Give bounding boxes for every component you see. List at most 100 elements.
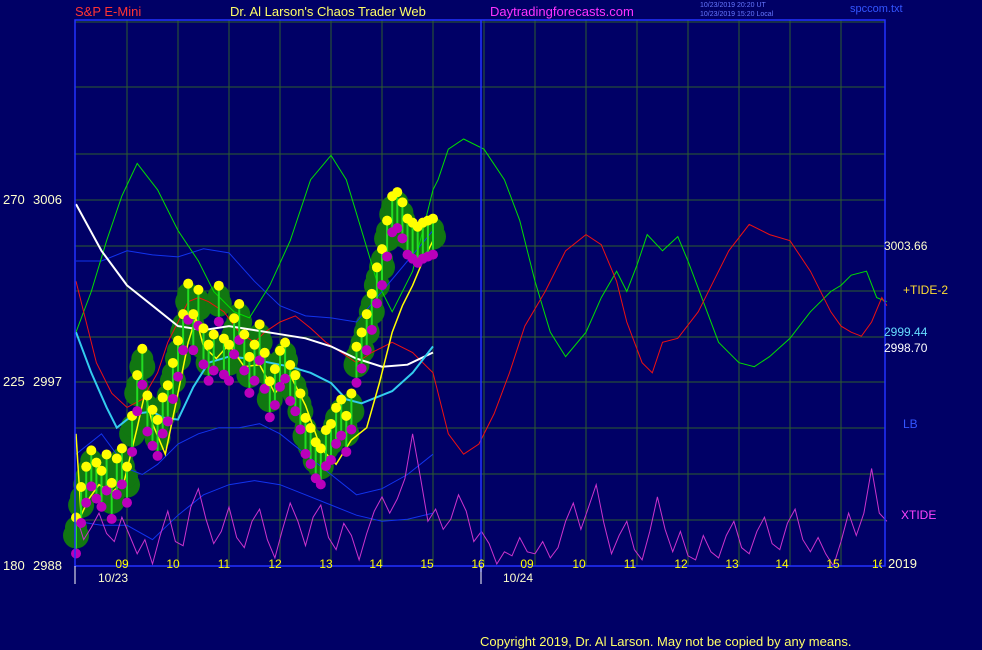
high-dot	[213, 280, 224, 291]
y-label-top-left: 270	[3, 192, 25, 207]
y-label-mid-left: 225	[3, 374, 25, 389]
low-dot	[157, 428, 168, 439]
y-label-bottom-left: 180	[3, 558, 25, 573]
chart-canvas	[63, 19, 888, 584]
low-dot	[341, 446, 352, 457]
high-dot	[203, 339, 214, 350]
high-dot	[157, 392, 168, 403]
site-url[interactable]: Daytradingforecasts.com	[490, 4, 634, 19]
x-tick-label: 11	[623, 557, 637, 571]
low-dot	[392, 223, 403, 234]
x-tick-label: 15	[826, 557, 840, 571]
low-dot	[305, 459, 316, 470]
high-dot	[285, 360, 296, 370]
high-dot	[142, 390, 153, 401]
high-dot	[259, 347, 270, 358]
high-dot	[264, 376, 275, 387]
low-dot	[285, 396, 296, 406]
high-dot	[295, 388, 306, 399]
high-dot	[366, 288, 377, 299]
timestamp-ut: 10/23/2019 20:20 UT	[700, 2, 766, 9]
high-dot	[81, 461, 92, 472]
x-tick-label: 16	[471, 557, 485, 571]
y-label-top-price: 3006	[33, 192, 62, 207]
low-dot	[106, 513, 117, 524]
low-dot	[239, 365, 250, 376]
high-dot	[280, 337, 291, 348]
low-dot	[356, 363, 367, 374]
high-dot	[96, 465, 107, 476]
high-dot	[249, 339, 260, 350]
low-dot	[142, 426, 153, 437]
low-dot	[178, 345, 189, 356]
high-dot	[269, 364, 280, 375]
low-dot	[198, 359, 209, 370]
high-dot	[382, 215, 393, 226]
low-dot	[336, 430, 347, 441]
chart-title: S&P E-Mini	[75, 4, 142, 19]
low-dot	[300, 448, 311, 459]
low-dot	[213, 316, 224, 327]
low-dot	[76, 518, 87, 528]
high-dot	[326, 418, 336, 429]
low-dot	[152, 450, 163, 461]
low-dot	[397, 233, 408, 244]
high-dot	[290, 370, 301, 381]
high-dot	[86, 445, 97, 456]
high-dot	[392, 187, 403, 198]
high-dot	[167, 357, 178, 368]
high-dot	[224, 339, 234, 350]
label-white-value: 2998.70	[884, 341, 928, 355]
low-dot	[116, 479, 127, 490]
high-dot	[183, 278, 194, 289]
label-tide2: +TIDE-2	[903, 283, 949, 297]
high-dot	[173, 335, 183, 346]
high-dot	[147, 404, 158, 415]
x-tick-label: 16	[872, 557, 882, 571]
high-dot	[162, 380, 173, 391]
high-dot	[397, 197, 408, 208]
low-dot	[127, 446, 138, 457]
low-dot	[280, 373, 291, 384]
high-dot	[356, 327, 367, 338]
low-dot	[86, 481, 97, 492]
high-dot	[132, 370, 143, 381]
low-dot	[167, 393, 178, 404]
label-lb: LB	[903, 417, 918, 431]
high-dot	[346, 388, 357, 399]
low-dot	[188, 345, 199, 356]
low-dot	[290, 406, 301, 417]
low-dot	[295, 424, 306, 435]
low-dot	[351, 377, 362, 388]
high-dot	[336, 394, 347, 405]
y-label-bottom-price: 2988	[33, 558, 62, 573]
low-dot	[428, 249, 438, 260]
x-tick-label: 12	[674, 557, 688, 571]
x-tick-label: 10	[166, 557, 180, 571]
x-tick-label: 13	[725, 557, 739, 571]
low-dot	[208, 365, 219, 376]
high-dot	[76, 482, 87, 492]
x-tick-label: 10	[572, 557, 586, 571]
low-dot	[326, 454, 336, 465]
low-dot	[147, 440, 158, 451]
high-dot	[152, 414, 163, 425]
y-label-mid-price: 2997	[33, 374, 62, 389]
x-tick-label: 15	[420, 557, 434, 571]
low-dot	[361, 345, 372, 356]
high-dot	[244, 351, 255, 362]
high-dot	[106, 477, 117, 488]
timestamp-local: 10/23/2019 15:20 Local	[700, 11, 774, 18]
low-dot	[264, 412, 275, 423]
high-dot	[116, 443, 127, 454]
low-dot	[269, 400, 280, 411]
copyright-notice: Copyright 2019, Dr. Al Larson. May not b…	[480, 634, 852, 649]
low-dot	[244, 387, 255, 398]
site-title: Dr. Al Larson's Chaos Trader Web	[230, 4, 426, 19]
label-upper-band-value: 3003.66	[884, 239, 928, 253]
low-dot	[229, 349, 240, 360]
low-dot	[371, 298, 382, 309]
high-dot	[101, 449, 112, 460]
low-dot	[366, 324, 377, 335]
high-dot	[305, 423, 316, 434]
